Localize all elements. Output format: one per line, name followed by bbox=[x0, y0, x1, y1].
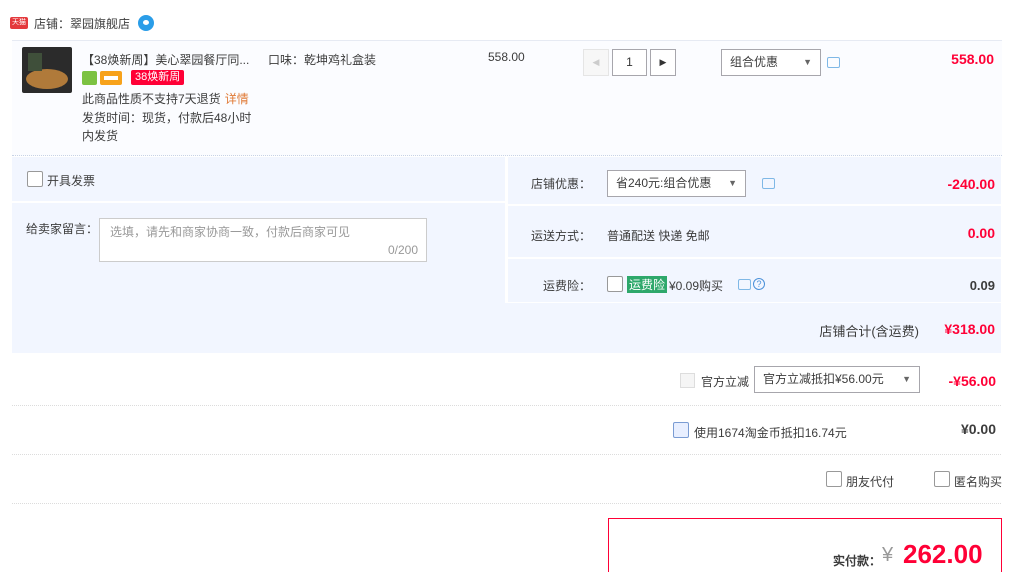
quantity-increase-button[interactable]: ▶ bbox=[650, 49, 676, 76]
detail-link[interactable]: 详情 bbox=[225, 92, 249, 106]
insurance-price: ¥0.09购买 bbox=[669, 279, 724, 293]
insurance-tag: 运费险 bbox=[627, 276, 668, 293]
tmall-icon: 天猫 bbox=[10, 17, 28, 29]
coins-label: 使用1674淘金币抵扣16.74元 bbox=[694, 426, 847, 440]
shipping-label: 运送方式： bbox=[531, 229, 592, 243]
product-badges: 38焕新周 bbox=[82, 70, 185, 85]
note-char-count: 0/200 bbox=[387, 243, 418, 257]
coins-amount: ¥0.00 bbox=[960, 421, 996, 437]
seller-note-input[interactable]: 选填，请先和商家协商一致，付款后商家可见 0/200 bbox=[99, 218, 427, 262]
card-payment-icon bbox=[100, 70, 122, 85]
wangwang-chat-icon[interactable] bbox=[138, 15, 155, 31]
promo-tag: 38焕新周 bbox=[131, 70, 185, 85]
official-discount-label: 官方立减 bbox=[701, 375, 750, 389]
friend-pay-checkbox[interactable] bbox=[826, 471, 842, 487]
help-icon[interactable]: ? bbox=[753, 278, 765, 290]
shop-total-bar: 店铺合计(含运费) ¥318.00 bbox=[12, 303, 1001, 353]
payment-label: 实付款： bbox=[833, 554, 882, 568]
order-item-row: 【38焕新周】美心翠园餐厅同... 38焕新周 此商品性质不支持7天退货 详情 发… bbox=[12, 40, 1002, 156]
chevron-down-icon: ▼ bbox=[902, 374, 911, 384]
shop-discount-label: 店铺优惠： bbox=[531, 177, 592, 191]
anonymous-checkbox[interactable] bbox=[934, 471, 950, 487]
separator bbox=[12, 503, 1001, 504]
order-options-right: 店铺优惠： 省240元:组合优惠 ▼ -240.00 运送方式： 普通配送 快递… bbox=[508, 157, 1001, 302]
return-notice: 此商品性质不支持7天退货 详情 bbox=[82, 92, 249, 106]
anonymous-label: 匿名购买 bbox=[954, 475, 1003, 489]
official-discount-select[interactable]: 官方立减抵扣¥56.00元 ▼ bbox=[754, 366, 920, 393]
item-subtotal: 558.00 bbox=[951, 51, 994, 67]
friend-pay-label: 朋友代付 bbox=[846, 475, 895, 489]
divider bbox=[12, 201, 505, 203]
shipping-method: 普通配送 快递 免邮 bbox=[607, 229, 710, 243]
insurance-amount: 0.09 bbox=[969, 278, 995, 293]
quantity-decrease-button[interactable]: ◀ bbox=[583, 49, 609, 76]
divider bbox=[508, 257, 1001, 259]
invoice-checkbox[interactable] bbox=[27, 171, 43, 187]
product-title-link[interactable]: 【38焕新周】美心翠园餐厅同... bbox=[82, 51, 249, 68]
item-discount-select[interactable]: 组合优惠 ▼ bbox=[721, 49, 821, 76]
shop-discount-info-icon[interactable] bbox=[762, 178, 775, 189]
shop-header: 天猫 店铺： 翠园旗舰店 bbox=[10, 12, 155, 34]
discount-info-icon[interactable] bbox=[827, 57, 840, 68]
insurance-label: 运费险： bbox=[543, 279, 592, 293]
coins-checkbox[interactable] bbox=[673, 422, 689, 438]
shipping-amount: 0.00 bbox=[967, 225, 995, 241]
product-sku: 口味：乾坤鸡礼盒装 bbox=[268, 53, 377, 67]
chevron-down-icon: ▼ bbox=[728, 178, 737, 188]
unit-price: 558.00 bbox=[488, 50, 525, 64]
note-label: 给卖家留言： bbox=[26, 222, 99, 236]
shop-name-link[interactable]: 翠园旗舰店 bbox=[70, 15, 130, 32]
chevron-down-icon: ▼ bbox=[803, 57, 812, 67]
official-discount-amount: -¥56.00 bbox=[948, 373, 996, 389]
shop-total: ¥318.00 bbox=[944, 321, 995, 337]
ship-time-line1: 发货时间：现货，付款后48小时 bbox=[82, 111, 252, 125]
separator bbox=[12, 454, 1001, 455]
official-discount-icon bbox=[680, 373, 695, 388]
separator bbox=[12, 405, 1001, 406]
insurance-info-icon[interactable] bbox=[738, 279, 751, 290]
invoice-label: 开具发票 bbox=[47, 174, 96, 188]
shop-discount-select[interactable]: 省240元:组合优惠 ▼ bbox=[607, 170, 746, 197]
ship-time-line2: 内发货 bbox=[82, 129, 119, 143]
payment-currency: ¥ bbox=[882, 544, 894, 566]
guarantee-icon bbox=[82, 70, 97, 85]
shop-label: 店铺： bbox=[34, 16, 71, 31]
payment-total: 262.00 bbox=[903, 539, 983, 569]
divider bbox=[508, 204, 1001, 206]
shop-total-label: 店铺合计(含运费) bbox=[819, 324, 919, 339]
shop-discount-amount: -240.00 bbox=[947, 176, 995, 192]
insurance-checkbox[interactable] bbox=[607, 276, 623, 292]
payment-summary-box: 实付款： ¥ 262.00 bbox=[608, 518, 1002, 572]
quantity-input[interactable]: 1 bbox=[612, 49, 647, 76]
product-thumbnail[interactable] bbox=[22, 47, 72, 93]
